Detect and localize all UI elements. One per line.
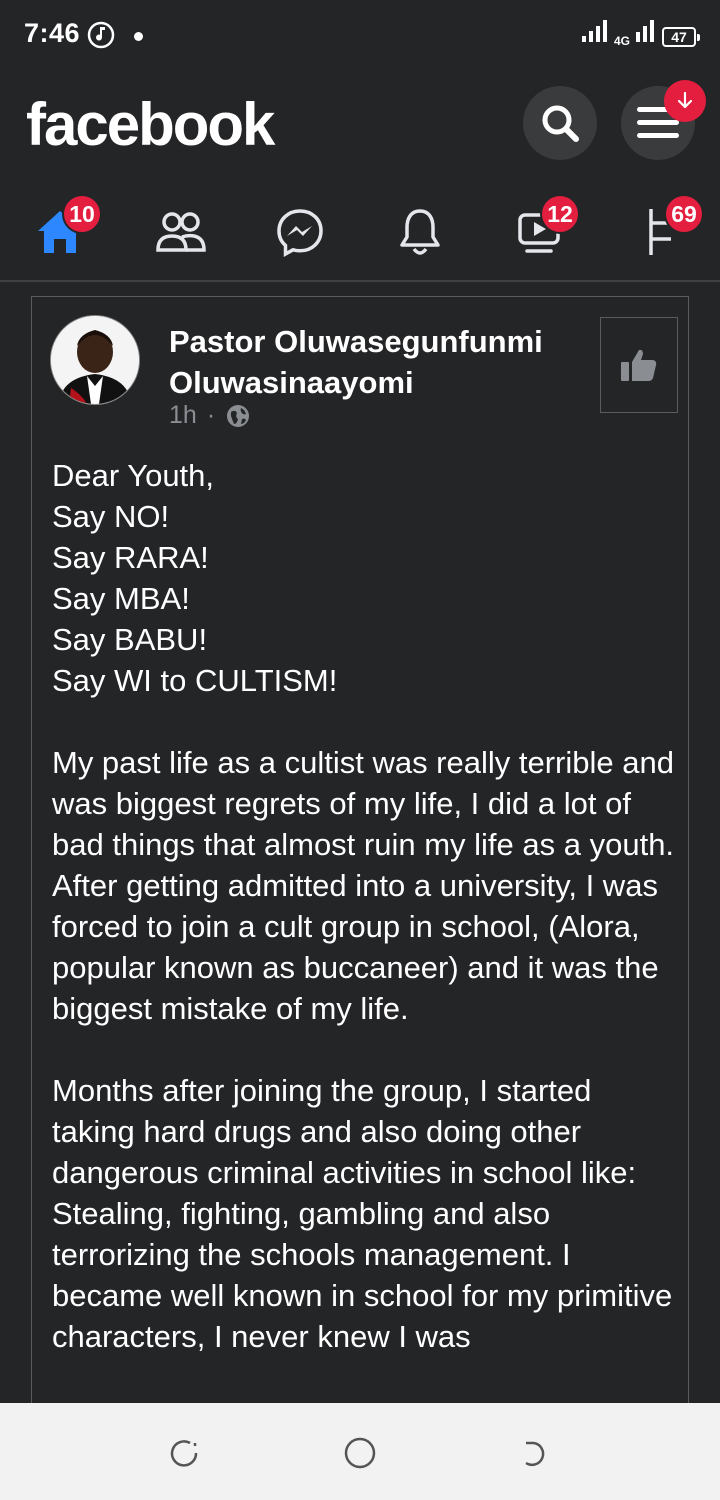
tab-messenger[interactable] bbox=[270, 204, 330, 260]
home-badge: 10 bbox=[62, 194, 102, 234]
status-bar: 7:46 4G 47 bbox=[0, 0, 720, 72]
tab-watch[interactable]: 12 bbox=[510, 194, 580, 260]
status-indicators: 4G 47 bbox=[581, 20, 700, 48]
messenger-icon bbox=[277, 209, 323, 257]
signal-icon bbox=[581, 20, 608, 47]
signal-icon-2 bbox=[636, 20, 656, 47]
globe-icon bbox=[227, 404, 250, 427]
post-body: Dear Youth, Say NO! Say RARA! Say MBA! S… bbox=[52, 458, 675, 1354]
recents-icon bbox=[170, 1440, 198, 1467]
tab-friends[interactable] bbox=[150, 204, 210, 260]
tab-notifications[interactable] bbox=[390, 204, 450, 260]
post-author[interactable]: Pastor Oluwasegunfunmi Oluwasinaayomi bbox=[169, 321, 589, 403]
tab-bar: 10 12 69 bbox=[0, 182, 720, 282]
status-time: 7:46 bbox=[24, 18, 81, 48]
download-arrow-icon bbox=[677, 91, 693, 109]
bell-icon bbox=[400, 209, 440, 255]
thumbs-up-icon bbox=[621, 349, 657, 381]
app-header: facebook bbox=[0, 72, 720, 182]
battery-level: 47 bbox=[671, 29, 687, 45]
home-system-button[interactable] bbox=[342, 1435, 378, 1471]
notification-dot bbox=[134, 32, 143, 41]
brand-logo: facebook bbox=[26, 91, 275, 158]
marketplace-badge: 69 bbox=[664, 194, 704, 234]
home-circle-icon bbox=[344, 1437, 376, 1469]
post-card: Pastor Oluwasegunfunmi Oluwasinaayomi 1h… bbox=[31, 296, 689, 1416]
recents-button[interactable] bbox=[166, 1435, 202, 1471]
back-icon bbox=[525, 1441, 545, 1467]
meta-separator: · bbox=[206, 401, 216, 429]
watch-badge: 12 bbox=[540, 194, 580, 234]
music-icon bbox=[86, 20, 116, 55]
like-button[interactable] bbox=[600, 317, 678, 413]
post-meta: 1h · bbox=[169, 401, 251, 430]
post-time[interactable]: 1h bbox=[169, 401, 197, 430]
search-icon bbox=[542, 105, 579, 142]
avatar[interactable] bbox=[50, 315, 140, 405]
tab-home[interactable]: 10 bbox=[30, 194, 102, 260]
download-badge[interactable] bbox=[664, 80, 706, 122]
system-nav-bar bbox=[0, 1403, 720, 1500]
network-type: 4G bbox=[613, 34, 630, 48]
back-button[interactable] bbox=[518, 1435, 554, 1471]
search-button[interactable] bbox=[523, 86, 597, 160]
tab-marketplace[interactable]: 69 bbox=[630, 194, 704, 260]
friends-icon bbox=[156, 212, 206, 252]
battery-icon: 47 bbox=[662, 27, 700, 47]
